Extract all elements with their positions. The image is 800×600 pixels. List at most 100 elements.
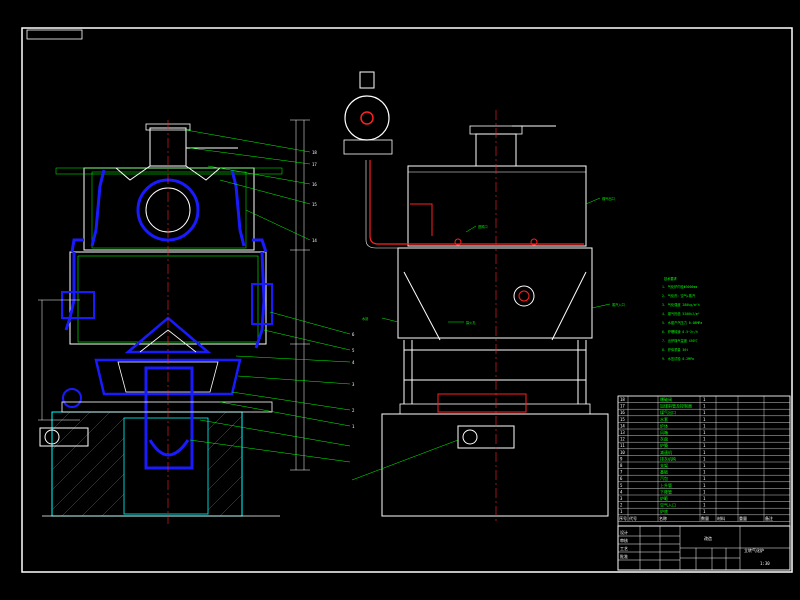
drive-motor <box>62 388 82 408</box>
parts-row-number: 18 <box>620 397 625 402</box>
parts-row-number: 4 <box>620 489 623 494</box>
left-dimension-lines <box>38 119 310 471</box>
parts-row-name: 煤气出口 <box>660 409 676 415</box>
sheet-scale: 1:30 <box>760 561 770 566</box>
parts-row-qty: 1 <box>703 423 706 428</box>
explosion-valve-wheel <box>344 95 390 141</box>
technical-notes: 技术要求 1. 气化炉内径Φ3000mm 2. 气化剂：空气+蒸汽 3. 气化强… <box>662 276 702 361</box>
callout-number: 17 <box>312 162 317 167</box>
parts-row-number: 7 <box>620 470 623 475</box>
note-line: 5. 水套产汽压力 0.08MPa <box>662 320 702 325</box>
parts-row-qty: 1 <box>703 463 706 468</box>
parts-row-name: 风箱 <box>660 429 668 435</box>
explosion-valve-hub <box>360 111 374 125</box>
cad-drawing-canvas: 18 17 16 15 14 6 5 4 3 2 1 煤气出口 进风口 探火孔 … <box>21 27 793 573</box>
parts-row-name: 炉築 <box>660 442 668 448</box>
left-callout-numbers: 18 17 16 15 14 6 5 4 3 2 1 <box>312 150 355 429</box>
label-air-inlet: 进风口 <box>478 224 488 229</box>
parts-row-name: 空气入口 <box>660 502 676 508</box>
parts-list-table: 18 爆破阀 117 加煤斜管及控制器 116 煤气出口 115 水套 114 炉体 113 风箱 11… <box>617 395 791 527</box>
callout-number: 1 <box>352 424 355 429</box>
parts-row-number: 1 <box>620 509 623 514</box>
ash-pit <box>123 417 209 515</box>
note-line: 1. 气化炉内径Φ3000mm <box>662 284 697 289</box>
parts-row-name: 炉体 <box>660 422 668 428</box>
parts-row-name: 爆破阀 <box>660 396 672 402</box>
right-leader-lines <box>351 197 611 481</box>
note-line: 4. 煤气热值 5200kJ/m³ <box>662 311 700 316</box>
parts-row-qty: 1 <box>703 404 706 409</box>
parts-row-name: 下降管 <box>660 488 672 494</box>
parts-row-qty: 1 <box>703 397 706 402</box>
parts-row-number: 2 <box>620 503 623 508</box>
support-stand <box>61 401 273 413</box>
parts-table-header-cell: 序号 <box>619 515 627 521</box>
inspection-port-inner <box>518 290 530 302</box>
left-section-view: 18 17 16 15 14 6 5 4 3 2 1 <box>38 119 355 524</box>
note-line: 2. 气化剂：空气+蒸汽 <box>662 293 696 298</box>
parts-row-number: 17 <box>620 404 625 409</box>
note-line: 7. 出炉煤气温度 450℃ <box>662 338 699 343</box>
parts-row-qty: 1 <box>703 503 706 508</box>
callout-number: 16 <box>312 182 317 187</box>
parts-row-name: 汽包 <box>660 475 668 481</box>
parts-row-qty: 1 <box>703 437 706 442</box>
parts-row-number: 8 <box>620 463 623 468</box>
right-main-shell <box>397 247 593 339</box>
signature-row: 设计 <box>620 529 628 535</box>
parts-row-qty: 1 <box>703 483 706 488</box>
right-upper-shell <box>407 165 587 247</box>
parts-row-qty: 1 <box>703 456 706 461</box>
parts-table-header-cell: 数量 <box>701 515 709 521</box>
parts-row-qty: 1 <box>703 476 706 481</box>
parts-row-name: 基础 <box>660 469 668 475</box>
label-water-seal: 水封 <box>362 316 369 321</box>
parts-row-name: 上升管 <box>660 482 672 488</box>
parts-row-qty: 1 <box>703 489 706 494</box>
valve-top <box>359 71 375 89</box>
valve-bracket <box>343 139 393 155</box>
parts-row-name: 炉範 <box>660 495 668 501</box>
callout-number: 14 <box>312 238 317 243</box>
callout-number: 3 <box>352 382 355 387</box>
parts-row-qty: 1 <box>703 450 706 455</box>
parts-row-qty: 1 <box>703 509 706 514</box>
parts-row-number: 5 <box>620 483 623 488</box>
parts-row-name: 减速机 <box>660 449 672 455</box>
label-gas-outlet: 煤气出口 <box>602 196 615 201</box>
parts-row-number: 9 <box>620 456 623 461</box>
reducer <box>457 425 515 449</box>
gas-outlet-pipe-2 <box>365 160 584 249</box>
parts-table-header-cell: 代号 <box>629 515 637 521</box>
steam-branch-pipe <box>410 203 433 236</box>
parts-row-name: 排灰机构 <box>660 455 676 461</box>
gas-outlet-pipe <box>369 160 584 245</box>
upper-shell-inner <box>91 171 247 249</box>
parts-row-name: 炉底 <box>660 508 668 514</box>
reducer-wheel <box>462 429 478 445</box>
parts-row-qty: 1 <box>703 443 706 448</box>
parts-row-qty: 1 <box>703 417 706 422</box>
parts-row-number: 6 <box>620 476 623 481</box>
callout-number: 2 <box>352 408 355 413</box>
title-block: 改造 立转气化炉 1:30 设计 审核 工艺 批准 <box>617 525 791 571</box>
note-line: 3. 气化强度 280kg/m²h <box>662 302 700 307</box>
parts-row-qty: 1 <box>703 470 706 475</box>
note-line: 6. 炉栅转速 0.5~2r/h <box>662 329 698 334</box>
parts-row-name: 加煤斜管及控制器 <box>660 403 692 409</box>
parts-row-number: 15 <box>620 417 625 422</box>
callout-number: 6 <box>352 332 355 337</box>
parts-table-header-cell: 重量 <box>739 515 747 521</box>
right-downcomer <box>230 169 268 253</box>
signature-row: 审核 <box>620 537 628 543</box>
parts-row-name: 水套 <box>660 416 668 422</box>
label-steam-inlet: 蒸汽入口 <box>612 302 625 307</box>
parts-row-number: 14 <box>620 423 625 428</box>
title-header-label: 改造 <box>704 535 712 541</box>
notes-title: 技术要求 <box>664 276 678 281</box>
callout-number: 15 <box>312 202 317 207</box>
callout-number: 4 <box>352 360 355 365</box>
label-peephole: 探火孔 <box>466 320 476 325</box>
sheet-corner-box <box>26 29 83 40</box>
parts-table-header-cell: 名称 <box>659 515 667 521</box>
